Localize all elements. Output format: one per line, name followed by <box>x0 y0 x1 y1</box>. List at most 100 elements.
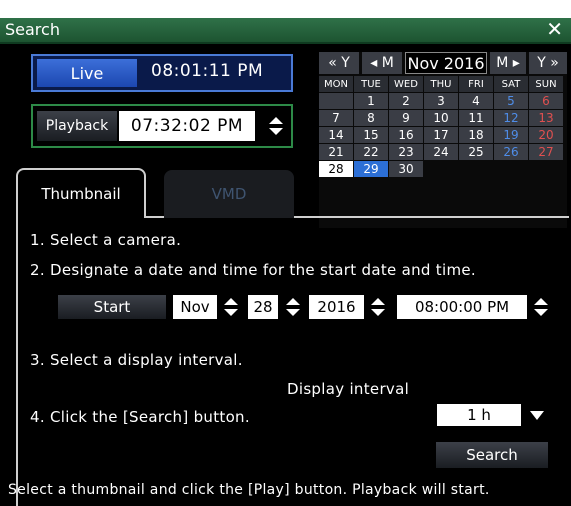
dialog-title: Search <box>5 20 60 39</box>
calendar-week-row: 14 15 16 17 18 19 20 <box>319 127 567 143</box>
spinner-down-icon[interactable] <box>224 309 238 316</box>
calendar-day-21[interactable]: 21 <box>319 144 353 160</box>
search-button[interactable]: Search <box>436 442 548 468</box>
day-spinner[interactable] <box>282 292 304 322</box>
calendar-week-row: 123456 <box>319 93 567 109</box>
calendar-day-empty <box>319 93 353 109</box>
calendar-day-26[interactable]: 26 <box>494 144 528 160</box>
calendar-weekday-sun: SUN <box>529 76 563 92</box>
start-time-field[interactable]: 08:00:00 PM <box>397 295 527 319</box>
calendar-day-empty <box>459 178 493 194</box>
dropdown-arrow-icon[interactable] <box>527 404 547 426</box>
calendar-day-empty <box>529 161 563 177</box>
calendar-weekday-tue: TUE <box>354 76 388 92</box>
calendar-weekday-mon: MON <box>319 76 353 92</box>
spinner-down-icon[interactable] <box>286 309 300 316</box>
calendar-day-24[interactable]: 24 <box>424 144 458 160</box>
calendar-day-empty <box>494 178 528 194</box>
step-1-text: 1. Select a camera. <box>30 231 182 249</box>
calendar-day-empty <box>494 161 528 177</box>
calendar-day-23[interactable]: 23 <box>389 144 423 160</box>
live-time: 08:01:11 PM <box>151 61 264 81</box>
calendar-month-year: Nov 2016 <box>405 52 487 74</box>
calendar-day-1[interactable]: 1 <box>354 93 388 109</box>
calendar-day-25[interactable]: 25 <box>459 144 493 160</box>
start-day-field[interactable]: 28 <box>248 295 278 319</box>
calendar-day-empty <box>529 178 563 194</box>
time-spinner[interactable] <box>530 292 552 322</box>
footer-hint: Select a thumbnail and click the [Play] … <box>8 482 490 498</box>
calendar-day-14[interactable]: 14 <box>319 127 353 143</box>
calendar-day-29[interactable]: 29 <box>354 161 388 177</box>
calendar-weekday-thu: THU <box>424 76 458 92</box>
calendar-weekday-row: MON TUE WED THU FRI SAT SUN <box>319 76 567 92</box>
calendar-day-empty <box>424 161 458 177</box>
calendar-day-16[interactable]: 16 <box>389 127 423 143</box>
year-spinner[interactable] <box>367 292 389 322</box>
calendar-day-19[interactable]: 19 <box>494 127 528 143</box>
calendar-weekday-wed: WED <box>389 76 423 92</box>
calendar-day-18[interactable]: 18 <box>459 127 493 143</box>
calendar-day-13[interactable]: 13 <box>529 110 563 126</box>
calendar-week-row: 28 29 30 <box>319 161 567 177</box>
calendar-day-17[interactable]: 17 <box>424 127 458 143</box>
start-month-field[interactable]: Nov <box>173 295 217 319</box>
tab-thumbnail[interactable]: Thumbnail <box>16 168 146 218</box>
spinner-down-icon[interactable] <box>534 309 548 316</box>
start-year-field[interactable]: 2016 <box>309 295 364 319</box>
calendar-day-10[interactable]: 10 <box>424 110 458 126</box>
playback-button[interactable]: Playback <box>37 111 117 141</box>
calendar-day-28[interactable]: 28 <box>319 161 353 177</box>
calendar-day-8[interactable]: 8 <box>354 110 388 126</box>
step-4-text: 4. Click the [Search] button. <box>30 408 250 426</box>
live-panel: Live 08:01:11 PM <box>31 54 293 92</box>
step-3-text: 3. Select a display interval. <box>30 351 243 369</box>
calendar-week-row <box>319 178 567 194</box>
title-bar: Search ✕ <box>0 18 571 44</box>
calendar-day-5[interactable]: 5 <box>494 93 528 109</box>
spinner-up-icon[interactable] <box>286 298 300 305</box>
calendar-day-7[interactable]: 7 <box>319 110 353 126</box>
calendar-grid: MON TUE WED THU FRI SAT SUN 1 2 3 4 5 6 7 8 9 10 11 12 13 14… <box>319 76 567 195</box>
calendar-day-22[interactable]: 22 <box>354 144 388 160</box>
close-icon[interactable]: ✕ <box>546 19 563 39</box>
live-button[interactable]: Live <box>37 59 137 87</box>
playback-panel: Playback 07:32:02 PM <box>31 104 293 148</box>
calendar-day-20[interactable]: 20 <box>529 127 563 143</box>
prev-year-button[interactable]: « Y <box>319 52 359 74</box>
spinner-down-icon[interactable] <box>371 309 385 316</box>
calendar-day-2[interactable]: 2 <box>389 93 423 109</box>
calendar-day-6[interactable]: 6 <box>529 93 563 109</box>
display-interval-select[interactable]: 1 h <box>437 404 521 426</box>
calendar-day-30[interactable]: 30 <box>389 161 423 177</box>
playback-time-field[interactable]: 07:32:02 PM <box>119 111 255 141</box>
next-year-button[interactable]: Y » <box>529 52 567 74</box>
calendar-week-row: 7 8 9 10 11 12 13 <box>319 110 567 126</box>
calendar-day-empty <box>459 161 493 177</box>
spinner-down-icon[interactable] <box>269 128 283 135</box>
prev-month-button[interactable]: ◂ M <box>362 52 402 74</box>
calendar-day-11[interactable]: 11 <box>459 110 493 126</box>
calendar-weekday-fri: FRI <box>459 76 493 92</box>
calendar-day-27[interactable]: 27 <box>529 144 563 160</box>
calendar-day-4[interactable]: 4 <box>459 93 493 109</box>
calendar-day-15[interactable]: 15 <box>354 127 388 143</box>
calendar-day-3[interactable]: 3 <box>424 93 458 109</box>
tab-vmd[interactable]: VMD <box>164 170 294 218</box>
spinner-up-icon[interactable] <box>371 298 385 305</box>
playback-time-spinner[interactable] <box>265 111 287 141</box>
spinner-up-icon[interactable] <box>224 298 238 305</box>
calendar-day-12[interactable]: 12 <box>494 110 528 126</box>
step-2-text: 2. Designate a date and time for the sta… <box>30 261 476 279</box>
display-interval-label: Display interval <box>287 380 410 398</box>
calendar-day-empty <box>354 178 388 194</box>
calendar-day-9[interactable]: 9 <box>389 110 423 126</box>
spinner-up-icon[interactable] <box>534 298 548 305</box>
calendar: « Y ◂ M Nov 2016 M ▸ Y » MON TUE WED THU FRI… <box>319 52 567 228</box>
start-button[interactable]: Start <box>58 295 166 319</box>
calendar-day-empty <box>424 178 458 194</box>
spinner-up-icon[interactable] <box>269 117 283 124</box>
month-spinner[interactable] <box>220 292 242 322</box>
next-month-button[interactable]: M ▸ <box>490 52 526 74</box>
calendar-day-empty <box>319 178 353 194</box>
